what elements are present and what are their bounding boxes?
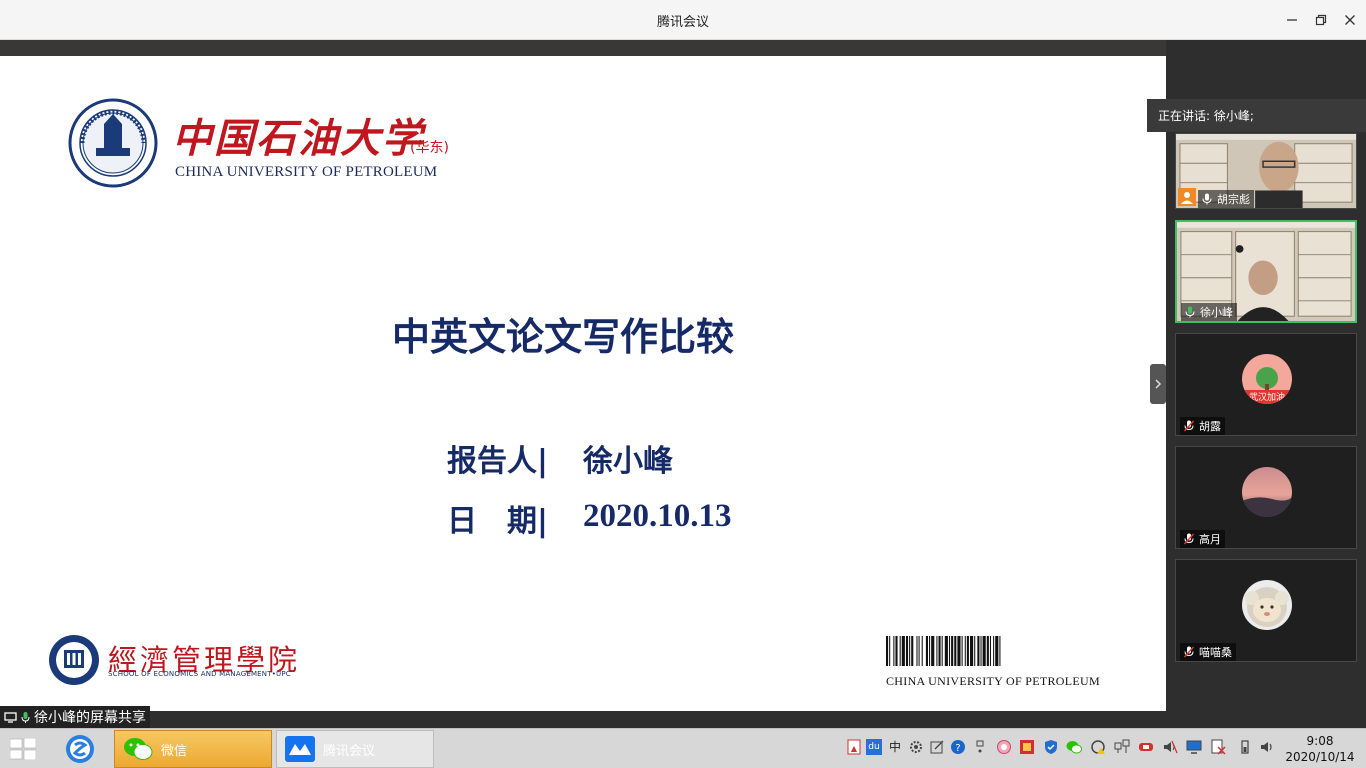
reporter-value: 徐小峰 [583,444,673,479]
close-button[interactable] [1338,8,1362,32]
screen-share-label: 徐小峰的屏幕共享 [0,706,150,728]
participant-tile[interactable]: 武汉加油 胡露 [1175,333,1357,436]
system-clock[interactable]: 9:08 2020/10/14 [1284,733,1356,765]
restore-icon [1315,14,1327,26]
wechat-tray-icon[interactable] [1066,739,1082,755]
pdf-tray-icon[interactable]: ▲ [846,739,862,755]
taskbar-app-label: 腾讯会议 [323,743,376,759]
speaker-tray-icon[interactable] [1162,739,1178,755]
help-tray-icon[interactable]: ? [950,739,966,755]
wechat-icon [124,738,153,760]
microphone-muted-icon [1184,646,1194,658]
screen-share-text: 徐小峰的屏幕共享 [34,710,146,726]
reporter-row: 报告人| 徐小峰 [447,436,673,480]
university-seal-icon [68,98,158,188]
clock-date: 2020/10/14 [1285,750,1355,764]
slide-title: 中英文论文写作比较 [391,315,734,359]
footer-university-en: CHINA UNIVERSITY OF PETROLEUM [886,674,1100,688]
collapse-panel-button[interactable] [1150,364,1166,404]
close-icon [1345,15,1355,25]
tencent-meeting-icon [285,736,315,762]
minimize-button[interactable] [1280,8,1304,32]
speaking-text: 正在讲话: 徐小峰; [1158,109,1254,123]
microphone-icon [21,711,30,723]
ime-indicator[interactable]: 中 [889,739,905,755]
taskbar-app-label: 微信 [161,743,188,759]
network-tray-icon[interactable] [1114,739,1130,755]
speaking-indicator: 正在讲话: 徐小峰; [1147,99,1366,132]
security-tray-icon[interactable] [1019,739,1035,755]
sogou-browser-icon[interactable] [64,733,96,765]
screen-share-icon [4,711,17,723]
date-row: 日 期| 2020.10.13 [447,496,732,540]
taskbar-app-wechat[interactable]: 微信 [114,730,272,768]
reporter-label: 报告人| [447,444,548,479]
minimize-icon [1287,19,1297,21]
school-seal-icon [49,635,99,685]
university-campus: (华东) [410,140,449,156]
taskbar: 微信 腾讯会议 ▲ du 中 ? 9:08 2020/10/14 [0,728,1366,768]
tray-overflow-icon[interactable] [972,739,988,755]
flag-tray-icon[interactable] [1210,739,1226,755]
phone-tray-icon[interactable] [1138,739,1154,755]
microphone-muted-icon [1184,533,1194,545]
microphone-icon [1202,193,1212,205]
share-topbar [0,40,1166,56]
gear-tray-icon[interactable] [908,739,924,755]
restore-button[interactable] [1309,8,1333,32]
taskbar-app-tencent-meeting[interactable]: 腾讯会议 [276,730,434,768]
date-value: 2020.10.13 [583,498,732,534]
participant-tile[interactable]: 胡宗彪 [1175,133,1357,209]
avatar: 武汉加油 [1242,354,1292,404]
microphone-muted-icon [1184,420,1194,432]
svg-text:▲: ▲ [851,744,858,753]
participant-name: 徐小峰 [1181,303,1237,321]
clock-time: 9:08 [1306,734,1334,748]
chevron-right-icon [1155,379,1162,389]
participant-name: 胡宗彪 [1198,190,1254,208]
share-tray-icon[interactable] [929,739,945,755]
barcode-icon [886,636,1001,666]
windows-start-icon[interactable] [10,738,36,760]
screen: 腾讯会议 中国石油大学 (华东) CHINA UNIVERSITY OF PET… [0,0,1366,768]
school-name-en: SCHOOL OF ECONOMICS AND MANAGEMENT•UPC [108,670,291,678]
participant-tile-active[interactable]: 徐小峰 [1175,220,1357,323]
host-icon [1178,188,1196,206]
battery-tray-icon[interactable] [1237,739,1253,755]
shared-slide: 中国石油大学 (华东) CHINA UNIVERSITY OF PETROLEU… [0,56,1166,711]
volume-icon[interactable] [1259,739,1275,755]
window-title: 腾讯会议 [656,15,709,30]
participant-tile[interactable]: 高月 [1175,446,1357,549]
baidu-tray-icon[interactable]: du [866,739,882,755]
alert-tray-icon[interactable] [1090,739,1106,755]
date-label: 日 期| [447,504,548,539]
title-bar: 腾讯会议 [0,0,1366,40]
university-name-cn: 中国石油大学 [172,115,424,162]
participant-name: 高月 [1180,530,1225,548]
microphone-active-icon [1185,306,1195,318]
university-name-en: CHINA UNIVERSITY OF PETROLEUM [175,164,438,180]
cloud-tray-icon[interactable] [996,739,1012,755]
avatar [1242,467,1292,517]
participant-name: 喵喵桑 [1180,643,1236,661]
participant-name: 胡露 [1180,417,1225,435]
svg-text:武汉加油: 武汉加油 [1249,391,1285,403]
avatar [1242,580,1292,630]
shield-icon[interactable] [1043,739,1059,755]
svg-text:?: ? [955,743,960,754]
display-tray-icon[interactable] [1186,739,1202,755]
participant-tile[interactable]: 喵喵桑 [1175,559,1357,662]
